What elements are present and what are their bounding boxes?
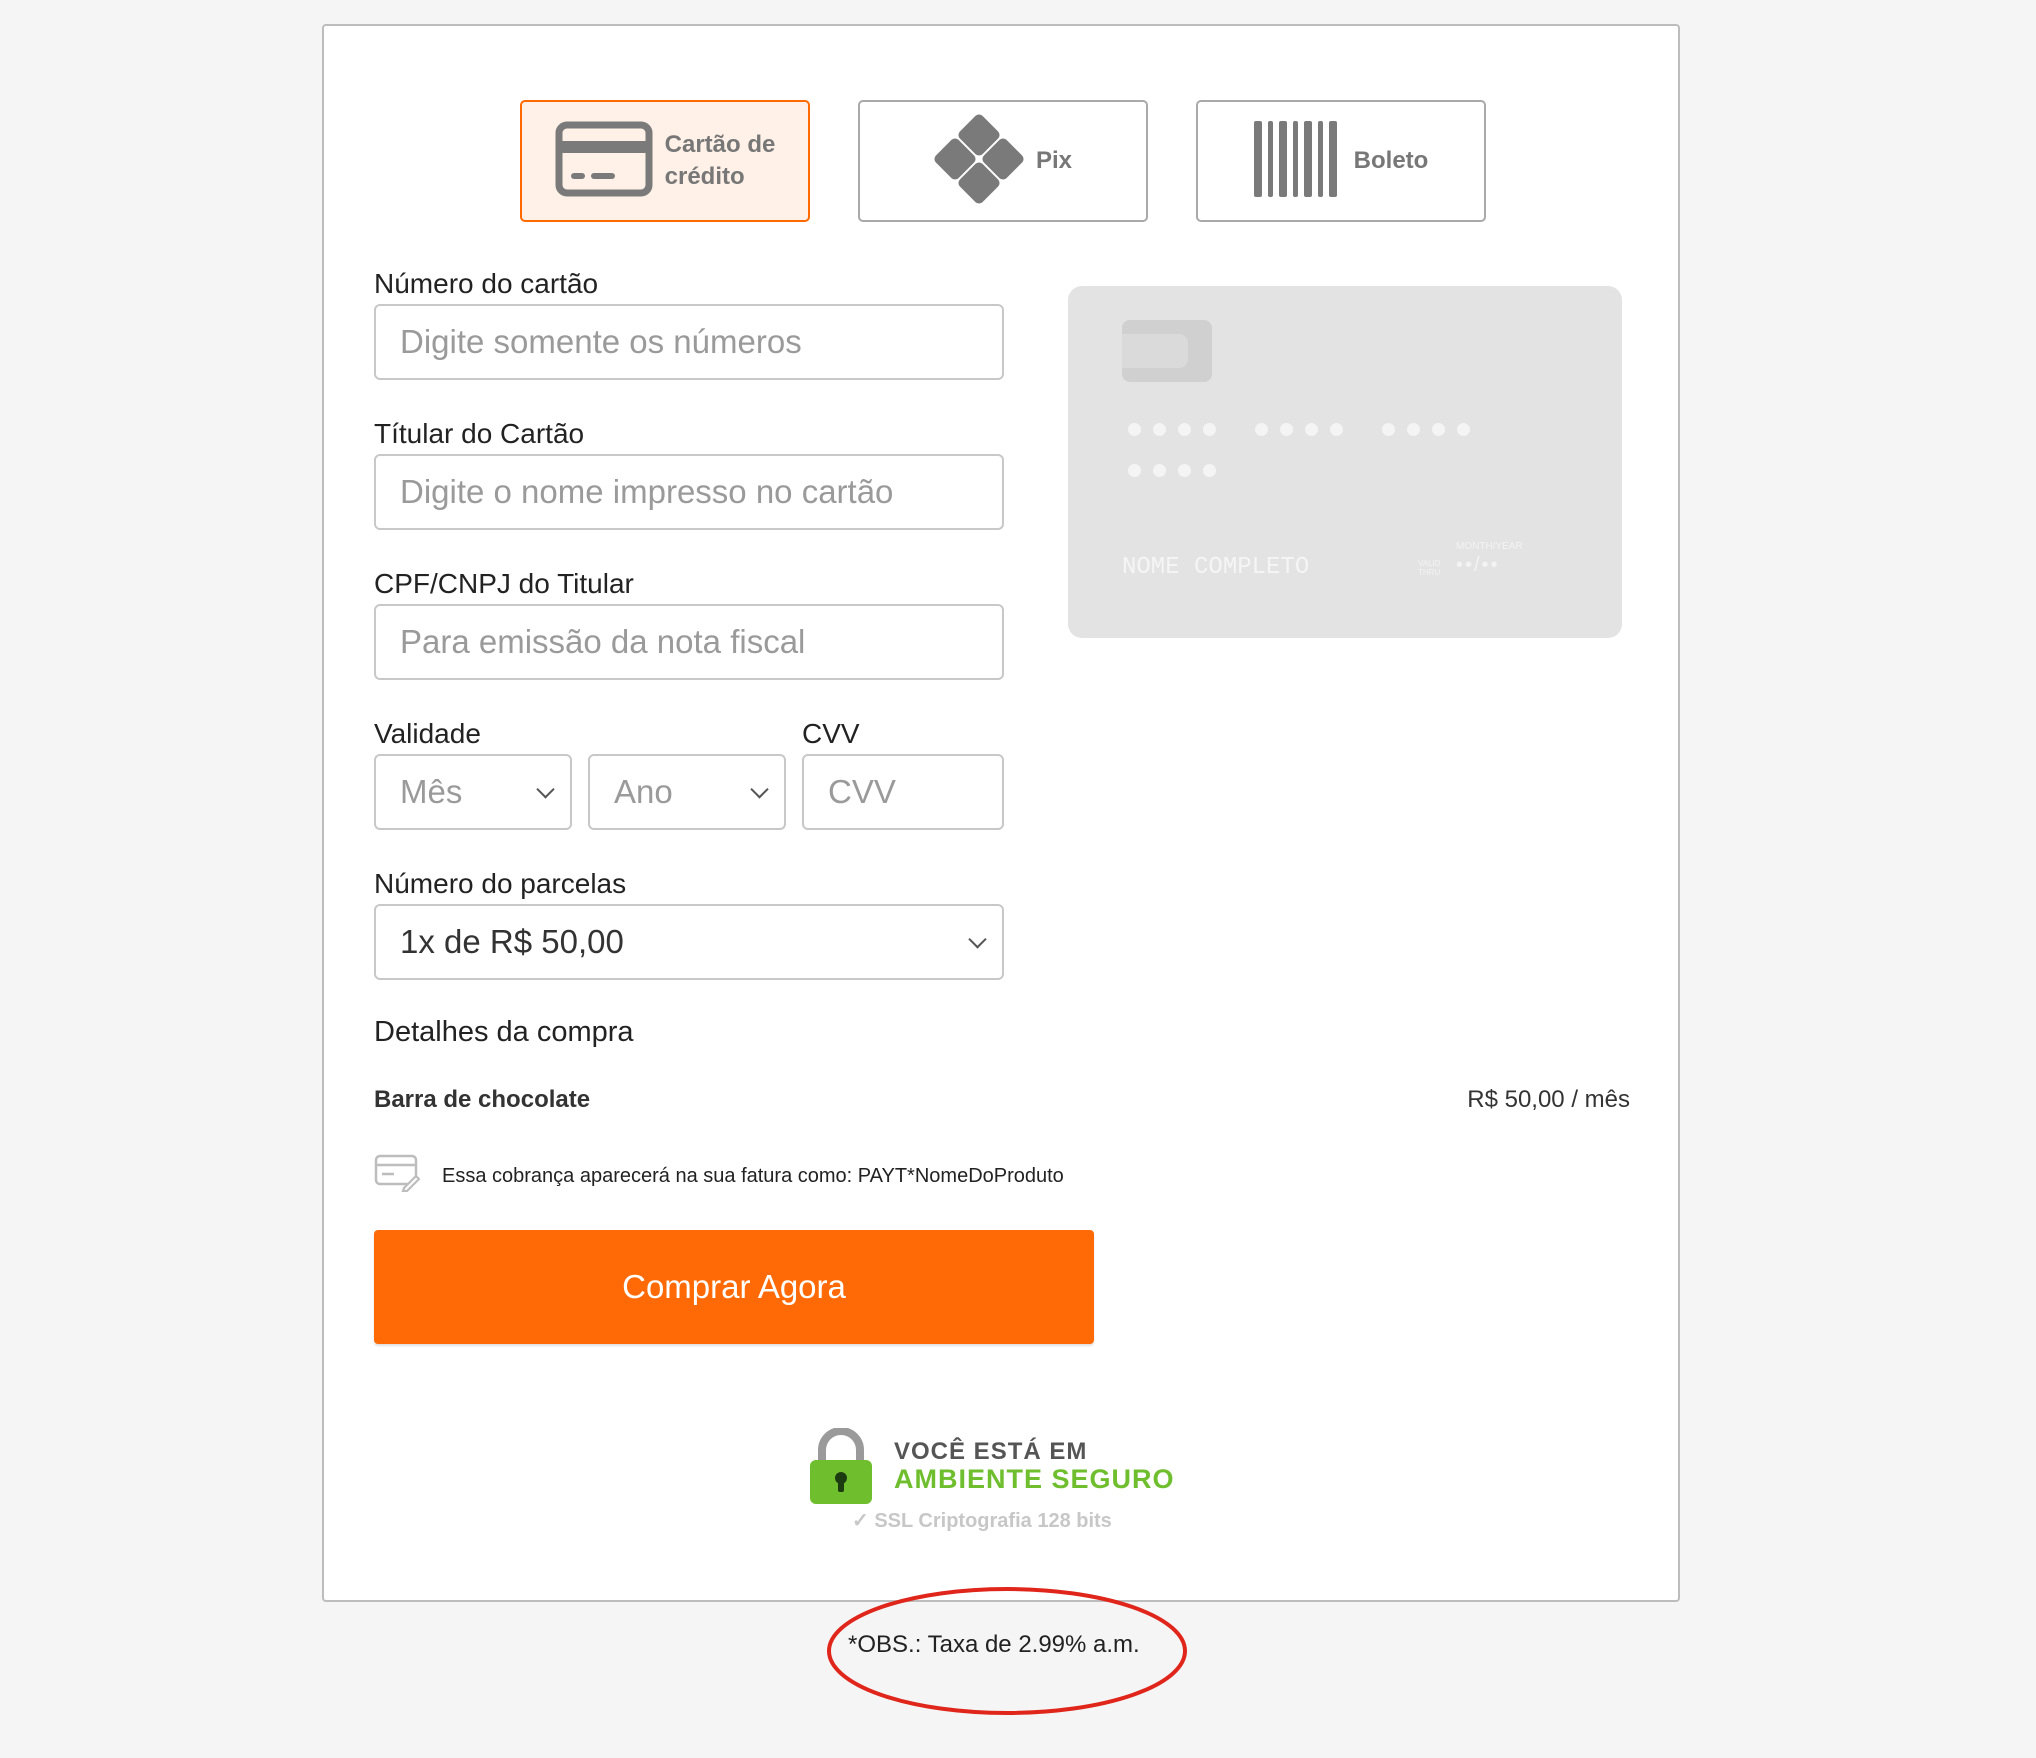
billing-note-text: Essa cobrança aparecerá na sua fatura co…: [442, 1164, 1064, 1187]
holder-input[interactable]: Digite o nome impresso no cartão: [374, 454, 1004, 530]
month-select[interactable]: Mês: [374, 754, 572, 830]
chip-icon: [1122, 320, 1212, 382]
payment-method-label: Boleto: [1353, 146, 1429, 174]
payment-method-label: Pix: [1035, 146, 1073, 174]
card-preview: NOME COMPLETO VALID THRU MONTH/YEAR ••/•…: [1068, 286, 1622, 638]
document-label: CPF/CNPJ do Titular: [374, 568, 634, 599]
summary-title: Detalhes da compra: [374, 1016, 634, 1048]
annotation-circle: [827, 1587, 1187, 1715]
pix-icon: [934, 113, 1024, 209]
payment-method-boleto[interactable]: Boleto: [1196, 100, 1486, 222]
padlock-icon: [810, 1428, 872, 1504]
valid-thru-label: VALID THRU: [1418, 559, 1441, 577]
checkout-panel: Cartão de crédito Pix Boleto Número do c…: [322, 24, 1680, 1602]
cvv-input[interactable]: CVV: [802, 754, 1004, 830]
item-price: R$ 50,00 / mês: [1467, 1086, 1630, 1113]
secure-line2: AMBIENTE SEGURO: [894, 1464, 1175, 1494]
ssl-note: ✓ SSL Criptografia 128 bits: [852, 1510, 1112, 1532]
year-select-value: Ano: [614, 773, 673, 810]
month-year-label: MONTH/YEAR: [1456, 541, 1523, 552]
chevron-down-icon: [750, 780, 769, 799]
cvv-label: CVV: [802, 718, 860, 749]
card-edit-icon: [374, 1154, 421, 1198]
chevron-down-icon: [968, 930, 987, 949]
card-holder-name: NOME COMPLETO: [1122, 554, 1310, 581]
check-icon: ✓: [852, 1510, 869, 1532]
installments-label: Número do parcelas: [374, 868, 627, 899]
year-select[interactable]: Ano: [588, 754, 786, 830]
month-select-value: Mês: [400, 773, 463, 810]
card-number-label: Número do cartão: [374, 268, 599, 299]
barcode-icon: [1253, 120, 1342, 202]
payment-method-label: Cartão de crédito: [664, 130, 776, 190]
payment-method-pix[interactable]: Pix: [858, 100, 1148, 222]
payment-method-credit-card[interactable]: Cartão de crédito: [520, 100, 810, 222]
card-expiry: ••/••: [1456, 554, 1500, 576]
secure-line1: VOCÊ ESTÁ EM: [894, 1438, 1088, 1465]
credit-card-icon: [555, 121, 653, 202]
secure-environment-badge: VOCÊ ESTÁ EM AMBIENTE SEGURO ✓ SSL Cript…: [806, 1428, 1206, 1556]
buy-now-button[interactable]: Comprar Agora: [374, 1230, 1094, 1344]
chevron-down-icon: [536, 780, 555, 799]
installments-select[interactable]: 1x de R$ 50,00: [374, 904, 1004, 980]
installments-value: 1x de R$ 50,00: [400, 923, 624, 960]
validity-label: Validade: [374, 718, 481, 749]
holder-label: Títular do Cartão: [374, 418, 585, 449]
document-input[interactable]: Para emissão da nota fiscal: [374, 604, 1004, 680]
card-number-input[interactable]: Digite somente os números: [374, 304, 1004, 380]
item-name: Barra de chocolate: [374, 1086, 591, 1113]
billing-note: Essa cobrança aparecerá na sua fatura co…: [374, 1154, 1064, 1198]
